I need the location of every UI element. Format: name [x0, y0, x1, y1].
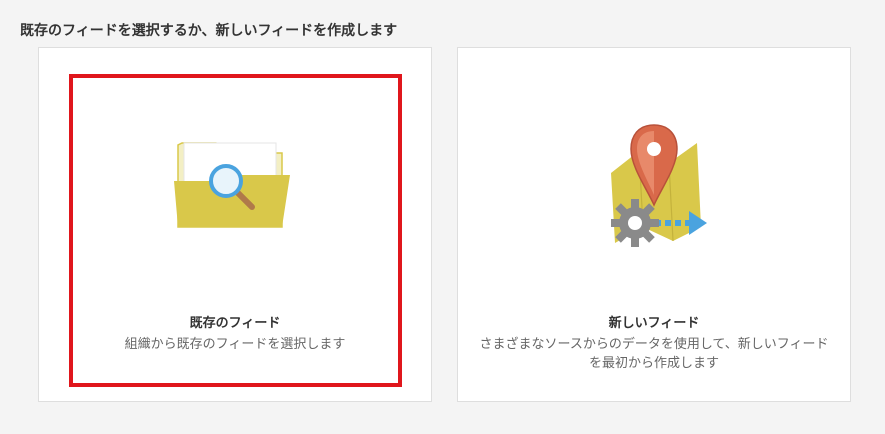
existing-feed-card[interactable]: 既存のフィード 組織から既存のフィードを選択します — [38, 47, 432, 402]
existing-feed-title: 既存のフィード — [189, 316, 281, 331]
existing-feed-description-line: 組織から既存のフィードを選択します — [124, 337, 346, 352]
new-feed-description-line-1: さまざまなソースからのデータを使用して、新しいフィード — [479, 337, 829, 352]
new-feed-description-line-2: を最初から作成します — [588, 356, 719, 371]
folder-search-icon — [174, 142, 290, 228]
new-feed-title: 新しいフィード — [608, 316, 700, 331]
existing-feed-description: 組織から既存のフィードを選択します — [59, 335, 411, 354]
map-pin-gear-arrow-icon — [611, 124, 707, 247]
new-feed-description: さまざまなソースからのデータを使用して、新しいフィード を最初から作成します — [478, 335, 830, 373]
new-feed-card[interactable]: 新しいフィード さまざまなソースからのデータを使用して、新しいフィード を最初か… — [457, 47, 851, 402]
page-prompt: 既存のフィードを選択するか、新しいフィードを作成します — [20, 23, 398, 39]
